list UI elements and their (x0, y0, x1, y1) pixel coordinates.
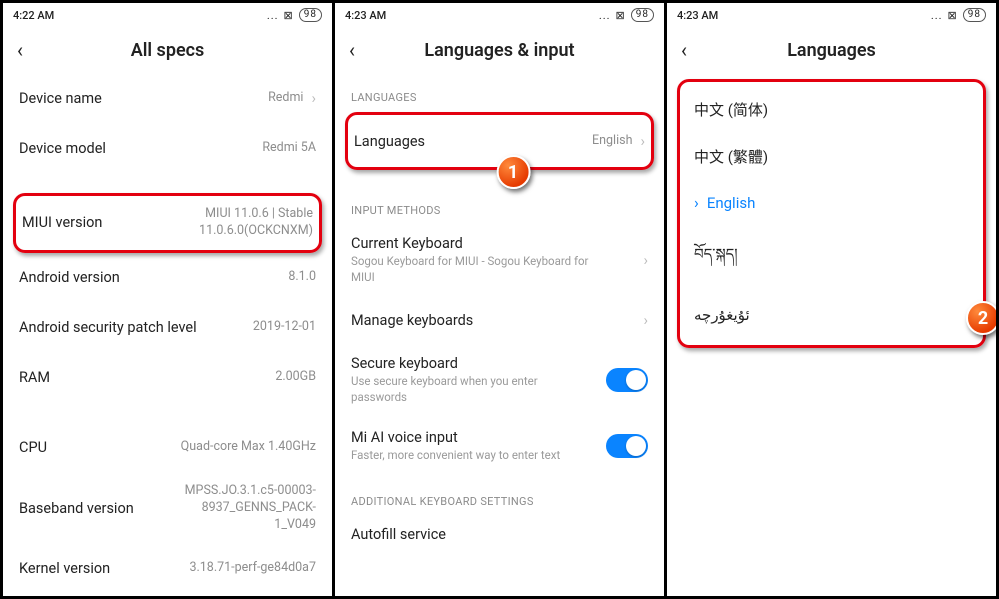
row-device-name[interactable]: Device name Redmi › (19, 73, 316, 123)
value: Quad-core Max 1.40GHz (181, 439, 316, 456)
page-title: Languages & input (349, 40, 650, 61)
section-languages: LANGUAGES (351, 91, 648, 104)
row-kernel: Kernel version 3.18.71-perf-ge84d0a7 (19, 543, 316, 593)
chevron-right-icon: › (643, 311, 648, 329)
status-bar: 4:23 AM ... ⊠ 98 (335, 3, 664, 27)
section-input-methods: INPUT METHODS (351, 204, 648, 217)
highlight-languages: Languages English › 1 (345, 112, 654, 170)
value: 2019-12-01 (253, 319, 316, 336)
status-dots: ... (931, 9, 943, 22)
label: Device model (19, 140, 262, 157)
row-current-keyboard[interactable]: Current Keyboard Sogou Keyboard for MIUI… (351, 225, 648, 295)
row-ram: RAM 2.00GB (19, 353, 316, 403)
status-time: 4:22 AM (13, 9, 54, 22)
battery-percent: 98 (963, 8, 986, 22)
chevron-right-icon: › (640, 132, 645, 150)
sublabel: Faster, more convenient way to enter tex… (351, 448, 591, 464)
status-time: 4:23 AM (345, 9, 386, 22)
label: CPU (19, 439, 181, 456)
row-security-patch: Android security patch level 2019-12-01 (19, 303, 316, 353)
row-secure-keyboard: Secure keyboard Use secure keyboard when… (351, 345, 648, 415)
label: Manage keyboards (351, 312, 635, 329)
callout-badge-2: 2 (966, 301, 996, 335)
row-manage-keyboards[interactable]: Manage keyboards › (351, 295, 648, 345)
screen-languages-input: 4:23 AM ... ⊠ 98 ‹ Languages & input LAN… (335, 3, 664, 596)
row-miui-version[interactable]: MIUI version MIUI 11.0.6 | Stable 11.0.6… (22, 202, 313, 244)
battery-icon: ⊠ (948, 9, 958, 22)
page-title: All specs (17, 40, 318, 61)
highlight-miui: MIUI version MIUI 11.0.6 | Stable 11.0.6… (13, 193, 322, 253)
language-option[interactable]: ئۇيغۇرچە (688, 293, 975, 337)
chevron-right-icon: › (311, 89, 316, 107)
toggle-ai-voice[interactable] (606, 434, 648, 458)
value: 8.1.0 (288, 269, 316, 286)
screen-all-specs: 4:22 AM ... ⊠ 98 ‹ All specs Device name… (3, 3, 332, 596)
label: Device name (19, 90, 268, 107)
status-dots: ... (599, 9, 611, 22)
label: MIUI version (22, 214, 199, 231)
value: Redmi 5A (262, 140, 316, 157)
row-autofill[interactable]: Autofill service (351, 516, 648, 553)
label: Languages (354, 133, 592, 150)
battery-icon: ⊠ (616, 9, 626, 22)
screen-languages-list: 4:23 AM ... ⊠ 98 ‹ Languages 中文 (简体)中文 (… (667, 3, 996, 596)
sublabel: Use secure keyboard when you enter passw… (351, 374, 591, 405)
label: Current Keyboard (351, 235, 635, 252)
language-option[interactable]: 中文 (繁體) (688, 133, 975, 180)
status-bar: 4:22 AM ... ⊠ 98 (3, 3, 332, 27)
value: MIUI 11.0.6 | Stable 11.0.6.0(OCKCNXM) (199, 206, 313, 240)
highlight-language-list: 中文 (简体)中文 (繁體)Englishབོད་སྐད།ئۇيغۇرچە (677, 79, 986, 348)
language-option[interactable]: English (688, 180, 975, 225)
label: Mi AI voice input (351, 429, 606, 446)
label: Baseband version (19, 500, 166, 517)
value: 2.00GB (275, 369, 316, 386)
status-dots: ... (267, 9, 279, 22)
label: Autofill service (351, 526, 648, 543)
sublabel: Sogou Keyboard for MIUI - Sogou Keyboard… (351, 254, 591, 285)
label: Android security patch level (19, 319, 253, 336)
row-cpu: CPU Quad-core Max 1.40GHz (19, 423, 316, 473)
row-languages[interactable]: Languages English › (354, 121, 645, 161)
row-device-model: Device model Redmi 5A (19, 123, 316, 173)
row-android-version: Android version 8.1.0 (19, 253, 316, 303)
title-bar: ‹ Languages & input (335, 27, 664, 73)
label: RAM (19, 369, 275, 386)
label: Secure keyboard (351, 355, 606, 372)
section-additional: ADDITIONAL KEYBOARD SETTINGS (351, 495, 648, 508)
row-baseband: Baseband version MPSS.JO.3.1.c5-00003-89… (19, 473, 316, 544)
battery-percent: 98 (299, 8, 322, 22)
title-bar: ‹ All specs (3, 27, 332, 73)
label: Kernel version (19, 560, 189, 577)
status-time: 4:23 AM (677, 9, 718, 22)
language-option[interactable]: 中文 (简体) (688, 86, 975, 133)
title-bar: ‹ Languages (667, 27, 996, 73)
value: MPSS.JO.3.1.c5-00003-8937_GENNS_PACK-1_V… (166, 483, 316, 534)
value: English (592, 133, 632, 150)
value: Redmi (268, 90, 303, 107)
battery-percent: 98 (631, 8, 654, 22)
battery-icon: ⊠ (284, 9, 294, 22)
value: 3.18.71-perf-ge84d0a7 (189, 560, 316, 577)
language-option[interactable]: བོད་སྐད། (688, 225, 975, 293)
page-title: Languages (681, 40, 982, 61)
status-bar: 4:23 AM ... ⊠ 98 (667, 3, 996, 27)
toggle-secure-keyboard[interactable] (606, 368, 648, 392)
row-ai-voice: Mi AI voice input Faster, more convenien… (351, 415, 648, 477)
label: Android version (19, 269, 288, 286)
chevron-right-icon: › (643, 251, 648, 269)
callout-badge-1: 1 (496, 155, 530, 189)
